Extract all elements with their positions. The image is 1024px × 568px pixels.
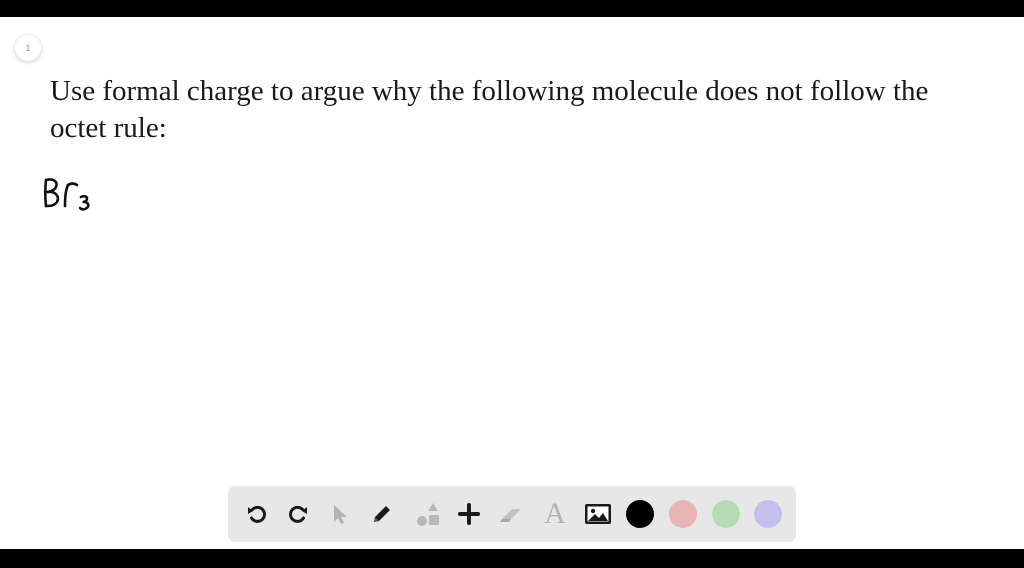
text-icon: A — [544, 497, 566, 530]
drawing-toolbar: A — [228, 486, 796, 542]
page-number-badge[interactable]: 1 — [15, 35, 41, 61]
select-tool-button[interactable] — [323, 486, 357, 542]
pen-tool-button[interactable] — [365, 486, 399, 542]
cursor-arrow-icon — [334, 505, 347, 524]
whiteboard-canvas[interactable]: 1 Use formal charge to argue why the fol… — [0, 17, 1024, 549]
plus-icon — [458, 503, 480, 525]
undo-button[interactable] — [240, 486, 274, 542]
page-number: 1 — [25, 43, 31, 53]
text-tool-button[interactable]: A — [538, 486, 572, 542]
shapes-tool-button[interactable] — [409, 486, 445, 542]
shapes-icon — [417, 503, 439, 526]
eraser-icon — [500, 509, 521, 522]
image-tool-button[interactable] — [581, 486, 615, 542]
color-swatch-black[interactable] — [626, 500, 654, 528]
color-swatch-green[interactable] — [712, 500, 740, 528]
question-text: Use formal charge to argue why the follo… — [50, 75, 929, 144]
redo-button[interactable] — [281, 486, 315, 542]
undo-icon — [248, 505, 266, 523]
handwritten-formula — [40, 175, 100, 220]
image-icon — [585, 504, 611, 524]
add-button[interactable] — [452, 486, 486, 542]
eraser-tool-button[interactable] — [495, 486, 529, 542]
color-swatch-pink[interactable] — [669, 500, 697, 528]
color-swatch-purple[interactable] — [754, 500, 782, 528]
pencil-icon — [374, 506, 390, 522]
bf3-handwriting — [43, 178, 90, 211]
redo-icon — [289, 505, 307, 523]
